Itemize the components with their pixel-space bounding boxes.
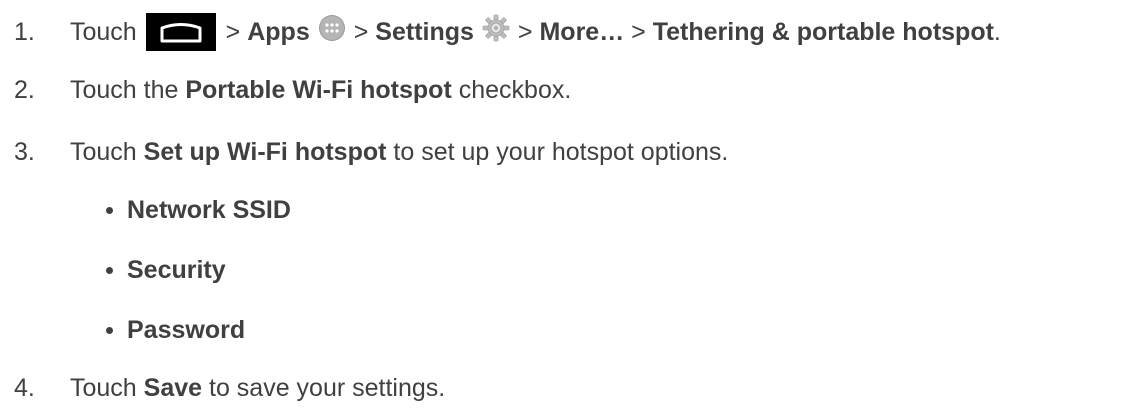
bullet-icon — [106, 266, 113, 274]
home-button-icon — [145, 13, 216, 51]
step-1: 1. Touch > Apps > Settings > More… > Tet… — [0, 12, 1001, 52]
step-2: 2. Touch the Portable Wi-Fi hotspot chec… — [0, 70, 571, 110]
list-item: Password — [106, 310, 245, 350]
step-2-number: 2. — [14, 75, 35, 104]
step-2-prefix: Touch the — [70, 75, 186, 104]
more-label: More… — [539, 17, 625, 46]
step-4-suffix: to save your settings. — [202, 373, 446, 402]
list-item: Network SSID — [106, 190, 291, 230]
step-4: 4. Touch Save to save your settings. — [0, 368, 445, 408]
step-3-prefix: Touch — [70, 137, 144, 166]
step-4-prefix: Touch — [70, 373, 144, 402]
separator: > — [517, 17, 533, 46]
setup-hotspot-label: Set up Wi-Fi hotspot — [143, 137, 387, 166]
portable-hotspot-label: Portable Wi-Fi hotspot — [185, 75, 452, 104]
separator: > — [631, 17, 646, 46]
list-item: Security — [106, 250, 226, 290]
step-3-number: 3. — [14, 137, 35, 166]
option-security: Security — [127, 255, 226, 284]
bullet-icon — [106, 326, 113, 334]
apps-icon — [318, 14, 346, 42]
settings-label: Settings — [375, 17, 474, 46]
step-3: 3. Touch Set up Wi-Fi hotspot to set up … — [0, 132, 728, 172]
tethering-label: Tethering & portable hotspot — [652, 17, 994, 46]
step-1-touch: Touch — [70, 17, 137, 46]
step-1-number: 1. — [14, 17, 35, 46]
step-2-suffix: checkbox. — [451, 75, 572, 104]
settings-gear-icon — [482, 14, 510, 42]
step-1-period: . — [993, 17, 1001, 46]
option-network-ssid: Network SSID — [127, 195, 291, 224]
separator: > — [353, 17, 369, 46]
separator: > — [225, 17, 241, 46]
step-4-number: 4. — [14, 373, 35, 402]
save-label: Save — [143, 373, 203, 402]
step-3-suffix: to set up your hotspot options. — [386, 137, 729, 166]
apps-label: Apps — [247, 17, 310, 46]
bullet-icon — [106, 206, 113, 214]
option-password: Password — [127, 315, 246, 344]
